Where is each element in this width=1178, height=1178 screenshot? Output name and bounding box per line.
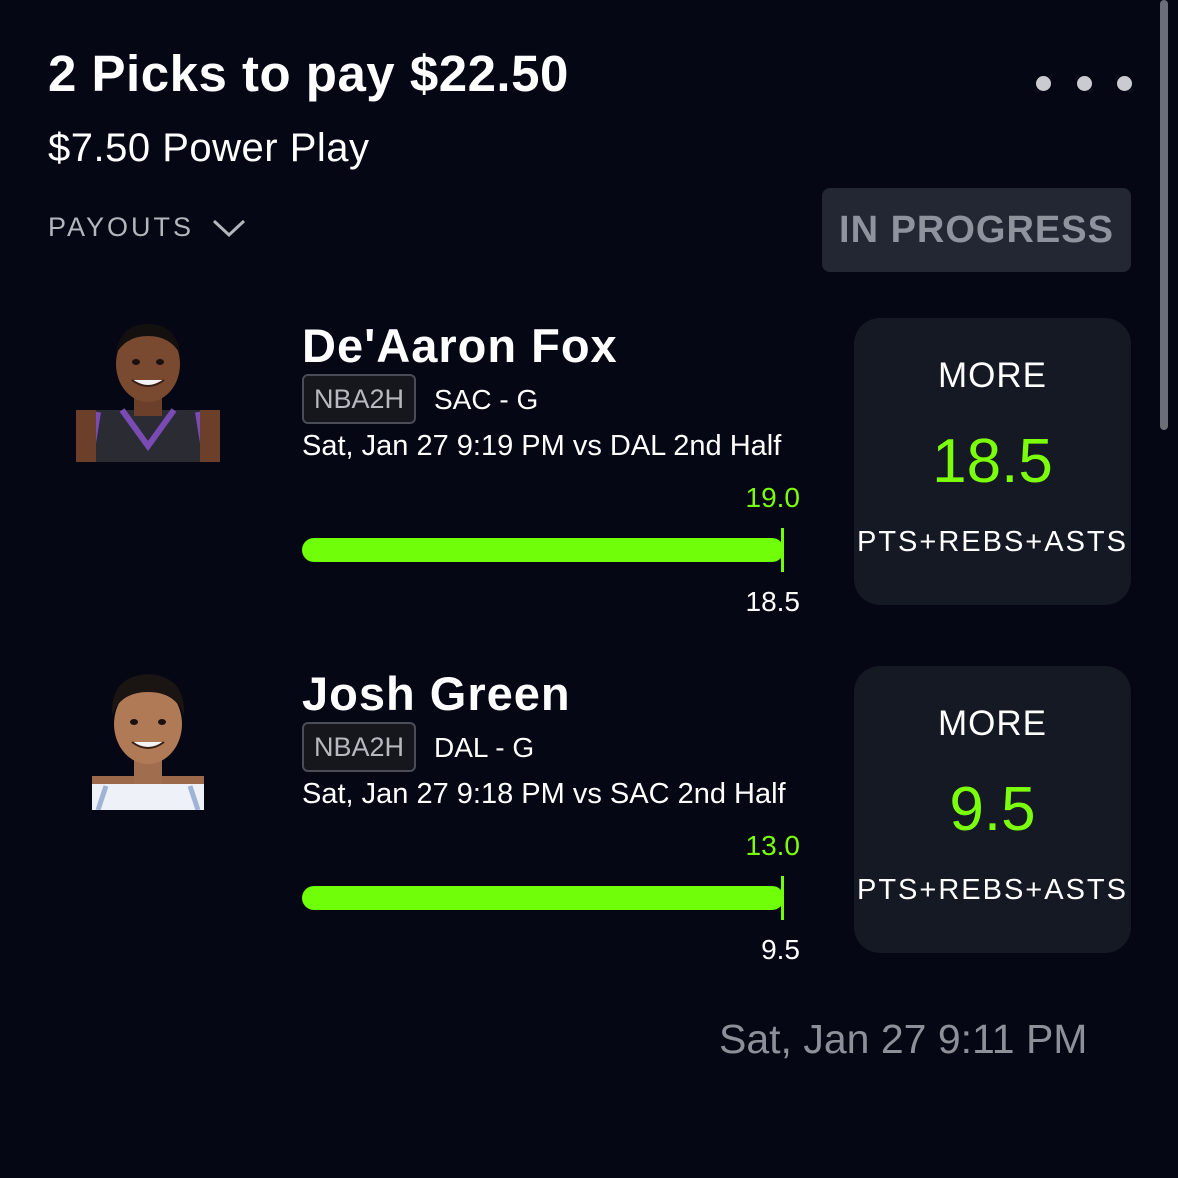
progress-bar (302, 886, 784, 912)
projection-line: 9.5 (949, 775, 1036, 844)
projection-card[interactable]: MORE 9.5 PTS+REBS+ASTS (854, 666, 1131, 953)
dot-icon (1036, 75, 1051, 91)
entry-subtitle: $7.50 Power Play (48, 126, 370, 170)
projection-card[interactable]: MORE 18.5 PTS+REBS+ASTS (854, 318, 1131, 605)
scrollbar[interactable] (1160, 0, 1168, 430)
projection-stat: PTS+REBS+ASTS (857, 526, 1128, 558)
payouts-label: PAYOUTS (48, 212, 195, 242)
player-avatar (76, 324, 220, 462)
chevron-down-icon (213, 219, 246, 237)
jersey (92, 784, 204, 810)
target-line-value: 18.5 (745, 586, 801, 617)
progress-fill (302, 886, 784, 910)
entry-timestamp: Sat, Jan 27 9:11 PM (719, 1016, 1088, 1062)
game-info: Sat, Jan 27 9:19 PM vs DAL 2nd Half (302, 430, 782, 462)
player-avatar (92, 674, 204, 810)
target-line-marker (781, 876, 784, 920)
game-info: Sat, Jan 27 9:18 PM vs SAC 2nd Half (302, 778, 786, 810)
projection-stat: PTS+REBS+ASTS (857, 874, 1128, 906)
current-stat-value: 13.0 (745, 830, 801, 861)
dot-icon (1076, 75, 1092, 91)
team-position: SAC - G (434, 384, 539, 415)
more-options-button[interactable] (1036, 70, 1132, 96)
current-stat-value: 19.0 (745, 482, 801, 513)
target-line-value: 9.5 (761, 934, 800, 965)
projection-line: 18.5 (932, 427, 1053, 496)
projection-direction: MORE (938, 704, 1047, 743)
payouts-toggle[interactable]: PAYOUTS (48, 212, 246, 243)
team-position: DAL - G (434, 732, 535, 763)
league-tag: NBA2H (302, 374, 416, 424)
progress-fill (302, 538, 784, 562)
player-name: De'Aaron Fox (302, 319, 618, 372)
projection-direction: MORE (938, 356, 1047, 395)
entry-detail-screen: 2 Picks to pay $22.50 $7.50 Power Play P… (0, 0, 1178, 1178)
progress-bar (302, 538, 784, 564)
dot-icon (1117, 75, 1132, 91)
player-name: Josh Green (302, 667, 571, 720)
target-line-marker (781, 528, 784, 572)
league-tag: NBA2H (302, 722, 416, 772)
status-badge: IN PROGRESS (822, 188, 1131, 272)
entry-title: 2 Picks to pay $22.50 (48, 45, 569, 102)
